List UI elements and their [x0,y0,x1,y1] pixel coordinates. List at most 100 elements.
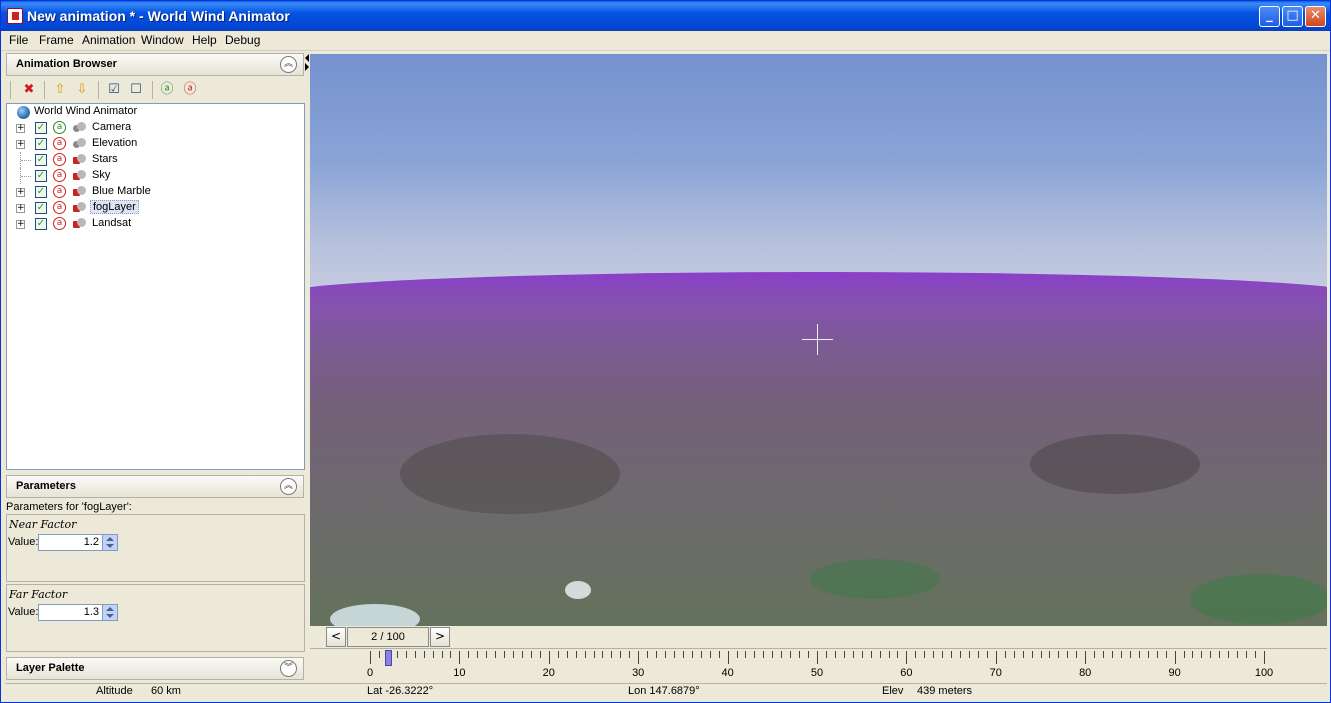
not-animated-icon[interactable]: a [53,137,66,150]
frame-display[interactable]: 2 / 100 [347,627,429,647]
expand-icon[interactable]: + [16,204,25,213]
tree-root[interactable]: World Wind Animator [7,104,297,120]
timeline-label: 80 [1079,667,1092,679]
timeline-tick [1174,651,1176,664]
timeline-tick [1183,651,1185,658]
timeline-tick [1237,651,1239,658]
checkbox[interactable]: ✓ [35,186,47,198]
toolbar-separator [98,81,99,99]
checkbox[interactable]: ✓ [35,154,47,166]
menu-frame[interactable]: Frame [39,33,74,47]
checkbox[interactable]: ✓ [35,138,47,150]
panel-splitter[interactable] [305,52,309,681]
animation-browser-toolbar: ✖ ⇧ ⇩ ☑ ☐ ⓐ ⓐ [6,78,304,103]
close-button[interactable]: ✕ [1305,6,1326,27]
check-all-icon[interactable]: ☑ [105,81,123,99]
tree-item-foglayer[interactable]: + ✓ a fogLayer [11,200,301,216]
spinner-value[interactable]: 1.2 [84,536,99,548]
animate-all-icon[interactable]: ⓐ [158,81,176,99]
timeline-label: 60 [900,667,913,679]
not-animated-icon[interactable]: a [53,169,66,182]
timeline-tick [781,651,783,658]
expand-icon[interactable]: + [16,140,25,149]
maximize-button[interactable]: □ [1282,6,1303,27]
timeline-tick [870,651,872,658]
menu-file[interactable]: File [9,33,28,47]
terrain-patch [1190,574,1327,624]
collapse-left-icon[interactable] [305,54,309,62]
timeline-tick [727,651,729,664]
timeline-tick [1210,651,1212,658]
next-frame-button[interactable]: > [430,627,450,647]
collapse-up-icon[interactable]: ︽ [280,56,297,73]
menu-help[interactable]: Help [192,33,217,47]
expand-icon[interactable]: + [16,188,25,197]
animation-browser-title: Animation Browser [16,58,117,70]
timeline-tick [772,651,774,658]
timeline-tick [924,651,926,658]
timeline-tick [629,651,631,658]
expand-icon[interactable]: + [16,220,25,229]
timeline-label: 20 [542,667,555,679]
collapse-right-icon[interactable] [305,63,309,71]
tree-item-sky[interactable]: ✓ a Sky [11,168,301,184]
expand-down-icon[interactable]: ︾ [280,660,297,677]
timeline-tick [960,651,962,658]
checkbox[interactable]: ✓ [35,202,47,214]
app-icon[interactable] [7,8,23,24]
menu-window[interactable]: Window [141,33,184,47]
animated-icon[interactable]: a [53,121,66,134]
tree-item-camera[interactable]: + ✓ a Camera [11,120,301,136]
timeline-tick [656,651,658,658]
crosshair-icon [817,324,818,355]
spinner-arrows-icon[interactable] [102,605,117,620]
timeline-tick [1156,651,1158,658]
timeline-label: 30 [632,667,645,679]
timeline-ruler[interactable]: 0 10 20 30 40 50 60 70 80 90 100 [310,648,1327,681]
timeline-tick [486,651,488,658]
minimize-button[interactable]: _ [1259,6,1280,27]
timeline-tick [638,651,640,664]
tree-item-stars[interactable]: ✓ a Stars [11,152,301,168]
spinner-value[interactable]: 1.3 [84,606,99,618]
animate-none-icon[interactable]: ⓐ [181,81,199,99]
timeline-tick [1129,651,1131,658]
timeline-tick [834,651,836,658]
animation-tree[interactable]: World Wind Animator + ✓ a Camera + ✓ a E… [6,103,305,470]
tree-item-elevation[interactable]: + ✓ a Elevation [11,136,301,152]
tree-item-landsat[interactable]: + ✓ a Landsat [11,216,301,232]
delete-icon[interactable]: ✖ [20,81,38,99]
near-factor-spinner[interactable]: 1.2 [38,534,118,551]
timeline-tick [1085,651,1087,664]
move-down-icon[interactable]: ⇩ [73,81,91,99]
far-factor-spinner[interactable]: 1.3 [38,604,118,621]
menu-debug[interactable]: Debug [225,33,260,47]
parameters-header[interactable]: Parameters ︽ [6,475,304,498]
menu-animation[interactable]: Animation [82,33,135,47]
timeline-scrubber[interactable] [384,650,392,666]
layer-palette-header[interactable]: Layer Palette ︾ [6,657,304,680]
globe-view[interactable] [310,54,1327,626]
not-animated-icon[interactable]: a [53,201,66,214]
uncheck-all-icon[interactable]: ☐ [127,81,145,99]
timeline-tick [933,651,935,658]
layer-icon [73,186,86,198]
not-animated-icon[interactable]: a [53,185,66,198]
not-animated-icon[interactable]: a [53,153,66,166]
timeline-label: 50 [810,667,824,679]
checkbox[interactable]: ✓ [35,122,47,134]
checkbox[interactable]: ✓ [35,218,47,230]
expand-icon[interactable]: + [16,124,25,133]
not-animated-icon[interactable]: a [53,217,66,230]
title-bar[interactable]: New animation * - World Wind Animator _ … [1,1,1330,31]
toolbar-separator [44,81,45,99]
tree-item-blue-marble[interactable]: + ✓ a Blue Marble [11,184,301,200]
collapse-up-icon[interactable]: ︽ [280,478,297,495]
timeline-tick [602,651,604,658]
previous-frame-button[interactable]: < [326,627,346,647]
layer-icon [73,170,86,182]
checkbox[interactable]: ✓ [35,170,47,182]
move-up-icon[interactable]: ⇧ [51,81,69,99]
spinner-arrows-icon[interactable] [102,535,117,550]
animation-browser-header[interactable]: Animation Browser ︽ [6,53,304,76]
